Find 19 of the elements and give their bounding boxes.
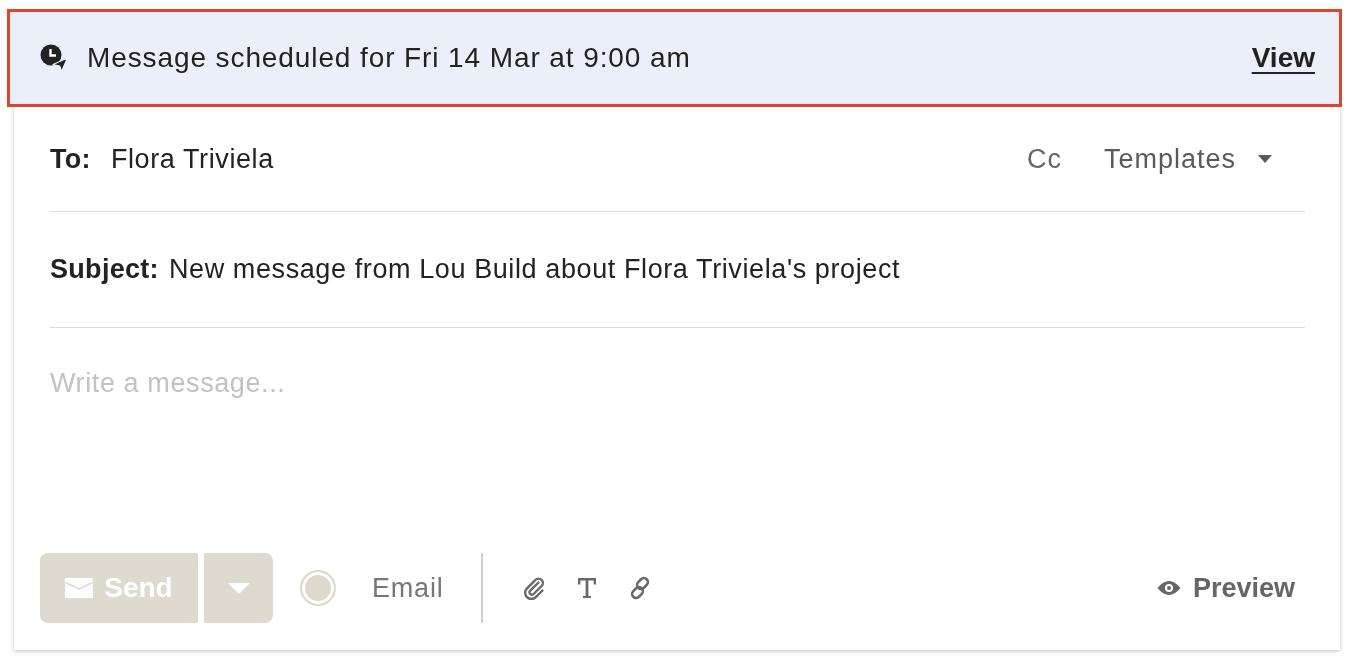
to-label: To: <box>50 143 91 175</box>
channel-label: Email <box>372 572 444 604</box>
subject-label: Subject: <box>50 254 159 285</box>
caret-icon <box>227 582 250 594</box>
message-field[interactable]: Write a message... <box>14 328 1340 553</box>
view-link[interactable]: View <box>1251 42 1315 74</box>
eye-icon <box>1156 580 1181 596</box>
recipient-field[interactable]: Flora Triviela <box>110 139 1027 179</box>
schedule-message: Message scheduled for Fri 14 Mar at 9:00 am <box>87 42 692 74</box>
radio-button[interactable] <box>300 570 336 606</box>
clock-send-icon <box>40 44 68 72</box>
envelope-icon <box>65 578 94 598</box>
text-format-icon[interactable] <box>576 577 597 599</box>
templates-button[interactable]: Templates <box>1103 139 1272 179</box>
cc-button[interactable]: Cc <box>1026 139 1062 179</box>
paperclip-icon[interactable] <box>521 576 546 600</box>
caret-icon <box>1258 155 1272 163</box>
preview-button[interactable]: Preview <box>1156 572 1295 604</box>
subject-field[interactable]: New message from Lou Build about Flora Triviela's project <box>168 250 1305 289</box>
